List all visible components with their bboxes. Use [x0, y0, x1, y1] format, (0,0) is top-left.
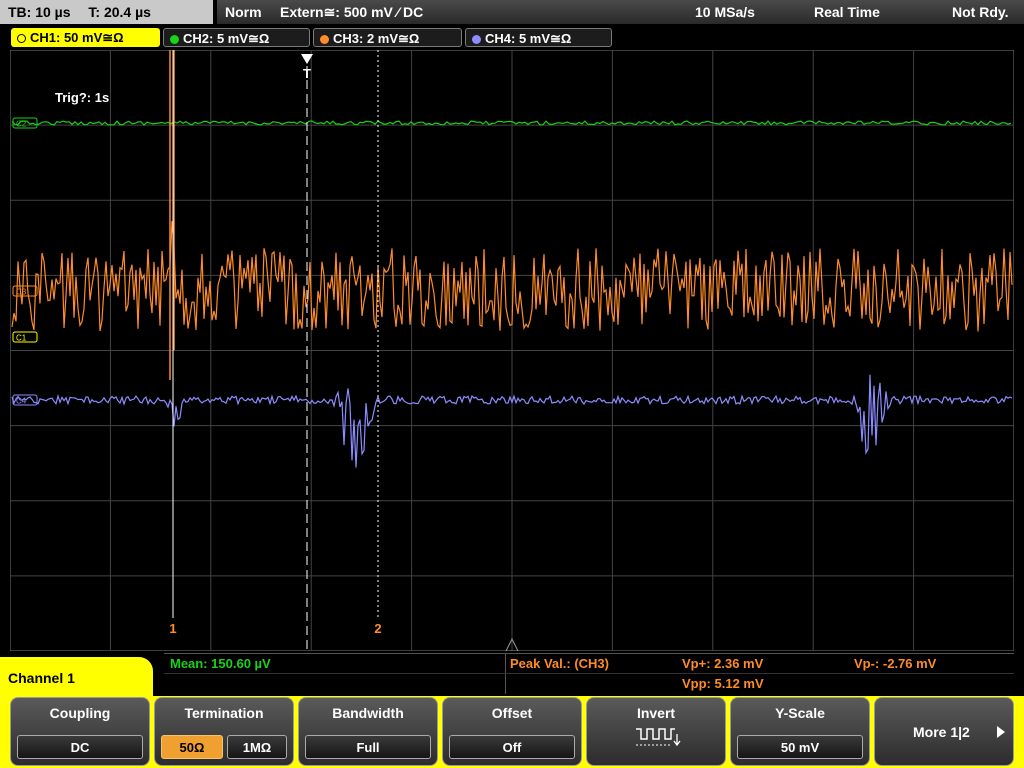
- measurement-bar[interactable]: Mean: 150.60 µV Peak Val.: (CH3) Vp+: 2.…: [164, 653, 1014, 694]
- ch2-dot-icon: [170, 35, 179, 44]
- svg-text:C2: C2: [16, 120, 27, 129]
- measurement-row-divider: [164, 673, 1014, 674]
- vpp-measurement: Vpp: 5.12 mV: [682, 676, 764, 691]
- termination-50ohm-option[interactable]: 50Ω: [161, 735, 223, 759]
- termination-title: Termination: [184, 705, 264, 721]
- chevron-right-icon: [997, 726, 1005, 738]
- invert-waveform-icon: [636, 728, 681, 747]
- termination-1mohm-option[interactable]: 1MΩ: [227, 735, 287, 759]
- ch3-dot-icon: [320, 35, 329, 44]
- invert-button[interactable]: Invert: [586, 697, 726, 766]
- bandwidth-value[interactable]: Full: [305, 735, 431, 759]
- vp-plus-measurement: Vp+: 2.36 mV: [682, 656, 764, 671]
- ch4-dot-icon: [472, 35, 481, 44]
- tab-ch1[interactable]: CH1: 50 mV≅Ω: [11, 28, 160, 47]
- tab-ch2[interactable]: CH2: 5 mV≅Ω: [163, 28, 310, 47]
- offset-title: Offset: [491, 705, 533, 721]
- ready-state-readout: Not Rdy.: [952, 4, 1009, 20]
- oscilloscope-screen: TB: 10 µs T: 20.4 µs Norm Extern≅: 500 m…: [0, 0, 1024, 768]
- cursor-1-label: 1: [169, 621, 176, 636]
- bandwidth-title: Bandwidth: [332, 705, 404, 721]
- tab-ch2-label: CH2: 5 mV≅Ω: [183, 31, 270, 46]
- ch1-circle-icon: [17, 34, 26, 43]
- peak-value-label: Peak Val.: (CH3): [510, 656, 609, 671]
- more-menu-button[interactable]: More 1|2: [874, 697, 1014, 766]
- timebase-readout: TB: 10 µs: [8, 4, 71, 20]
- bandwidth-button[interactable]: Bandwidth Full: [298, 697, 438, 766]
- tab-ch3-label: CH3: 2 mV≅Ω: [333, 31, 420, 46]
- vp-minus-measurement: Vp-: -2.76 mV: [854, 656, 937, 671]
- trigger-source-readout: Extern≅: 500 mV ⁄ DC: [280, 4, 424, 20]
- tab-ch1-label: CH1: 50 mV≅Ω: [30, 30, 124, 45]
- trigger-time-readout: T: 20.4 µs: [88, 4, 151, 20]
- coupling-button[interactable]: Coupling DC: [10, 697, 150, 766]
- status-timebase-panel[interactable]: TB: 10 µs T: 20.4 µs: [0, 0, 213, 24]
- sample-rate-readout: 10 MSa/s: [695, 4, 755, 20]
- menu-channel-title: Channel 1: [0, 657, 153, 699]
- status-trigger-panel[interactable]: Norm Extern≅: 500 mV ⁄ DC 10 MSa/s Real …: [217, 0, 1024, 24]
- svg-text:C4: C4: [16, 397, 27, 406]
- y-scale-button[interactable]: Y-Scale 50 mV: [730, 697, 870, 766]
- y-scale-title: Y-Scale: [775, 705, 825, 721]
- tab-ch4[interactable]: CH4: 5 mV≅Ω: [465, 28, 612, 47]
- offset-value[interactable]: Off: [449, 735, 575, 759]
- invert-title: Invert: [636, 705, 676, 721]
- more-menu-label: More 1|2: [913, 724, 970, 740]
- coupling-value[interactable]: DC: [17, 735, 143, 759]
- measurement-divider: [505, 654, 506, 694]
- offset-button[interactable]: Offset Off: [442, 697, 582, 766]
- acquisition-mode-readout: Real Time: [814, 4, 880, 20]
- trigger-mode-readout: Norm: [225, 4, 262, 20]
- svg-text:C3: C3: [16, 288, 27, 297]
- coupling-title: Coupling: [49, 705, 111, 721]
- trigger-info: Trig?: 1s: [55, 90, 110, 105]
- svg-text:C1: C1: [16, 334, 27, 343]
- trigger-marker-label: T: [303, 66, 311, 81]
- tab-ch4-label: CH4: 5 mV≅Ω: [485, 31, 572, 46]
- tab-ch3[interactable]: CH3: 2 mV≅Ω: [313, 28, 462, 47]
- cursor-2-label: 2: [374, 621, 381, 636]
- waveform-display[interactable]: T 1 2 C2 C3 C1 C4: [10, 50, 1014, 651]
- mean-measurement: Mean: 150.60 µV: [170, 656, 271, 671]
- y-scale-value[interactable]: 50 mV: [737, 735, 863, 759]
- termination-button[interactable]: Termination 50Ω 1MΩ: [154, 697, 294, 766]
